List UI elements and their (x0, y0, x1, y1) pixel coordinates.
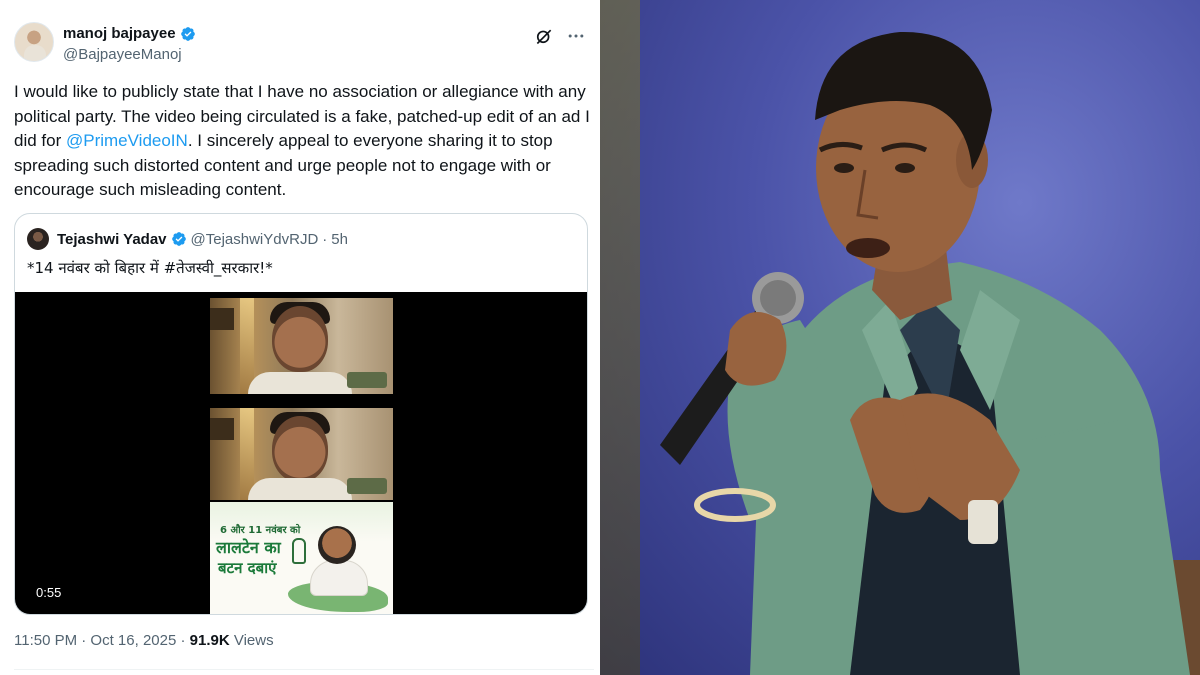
quoted-tweet-header: Tejashwi Yadav @TejashwiYdvRJD · 5h (27, 228, 348, 250)
tweet-timestamp[interactable]: 11:50 PM · Oct 16, 2025 · (14, 632, 190, 649)
verified-badge-icon (171, 232, 186, 246)
poster-text-line1: 6 और 11 नवंबर को (220, 525, 301, 536)
quoted-tweet[interactable]: Tejashwi Yadav @TejashwiYdvRJD · 5h *14 … (14, 213, 588, 615)
author-handle[interactable]: @BajpayeeManoj (63, 46, 182, 63)
video-duration: 0:55 (36, 585, 62, 600)
speaker-photo (600, 0, 1200, 675)
tweet-text: I would like to publicly state that I ha… (14, 80, 592, 203)
video-frame-2 (210, 408, 393, 500)
tweet-timestamp-row: 11:50 PM · Oct 16, 2025 · 91.9K Views (14, 632, 274, 649)
video-frame-1 (210, 298, 393, 394)
separator-dot: · (322, 230, 328, 248)
verified-badge-icon (180, 26, 195, 41)
quoted-tweet-time[interactable]: 5h (331, 231, 348, 248)
quoted-author-avatar[interactable] (27, 228, 49, 250)
tweet-author-row: manoj bajpayee @BajpayeeManoj (14, 22, 594, 70)
mention-link[interactable]: @PrimeVideoIN (66, 131, 188, 150)
speaker-illustration (660, 31, 1200, 675)
lantern-icon (292, 538, 306, 564)
grok-icon[interactable] (534, 26, 554, 46)
quoted-author-handle[interactable]: @TejashwiYdvRJD (191, 231, 319, 248)
quoted-tweet-text: *14 नवंबर को बिहार में #तेजस्वी_सरकार!* (27, 259, 273, 277)
quoted-author-name[interactable]: Tejashwi Yadav (57, 231, 167, 248)
author-name[interactable]: manoj bajpayee (63, 25, 176, 42)
views-count: 91.9K (189, 632, 230, 649)
campaign-poster-frame: 6 और 11 नवंबर को लालटेन का बटन दबाएं (210, 502, 393, 614)
author-avatar[interactable] (14, 22, 54, 62)
more-options-icon[interactable] (566, 26, 586, 46)
tweet-card: manoj bajpayee @BajpayeeManoj I would li… (0, 0, 600, 675)
divider (14, 669, 594, 670)
video-player[interactable]: 6 और 11 नवंबर को लालटेन का बटन दबाएं 0:5… (15, 292, 587, 614)
poster-text-line2: लालटेन का (216, 538, 281, 557)
author-name-line: manoj bajpayee (63, 25, 196, 42)
poster-person-photo (318, 526, 356, 564)
views-label: Views (229, 632, 274, 649)
poster-text-line3: बटन दबाएं (218, 559, 277, 577)
